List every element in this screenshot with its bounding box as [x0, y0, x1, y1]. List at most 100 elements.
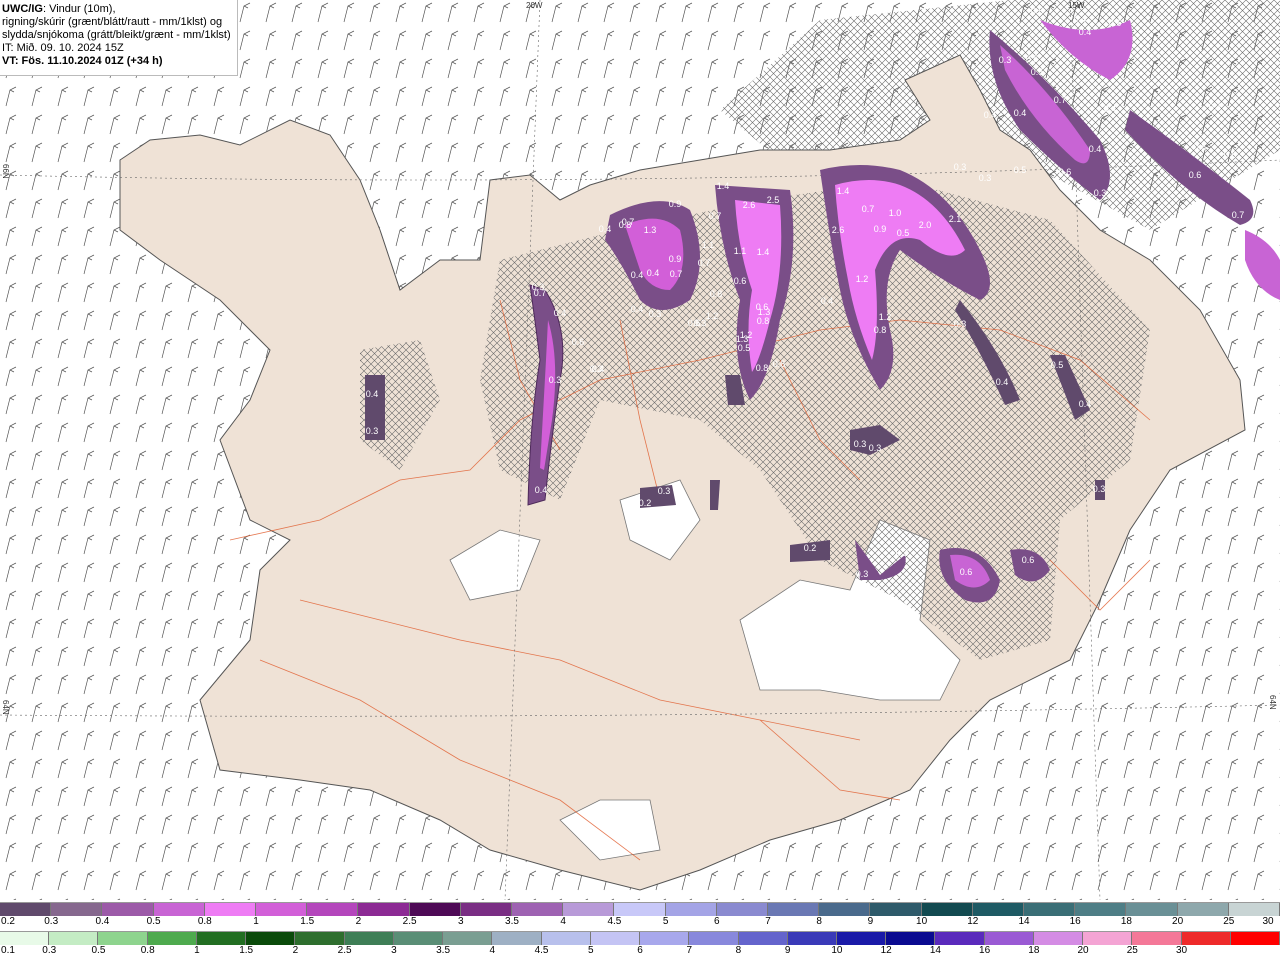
- precip-value-label: 0.3: [649, 309, 662, 319]
- legend-swatch: [1228, 903, 1280, 916]
- legend-swatch: [870, 903, 922, 916]
- legend-tick-label: 8: [735, 945, 742, 956]
- legend-tick-label: 2.5: [402, 916, 417, 927]
- legend-tick-label: 5: [587, 945, 594, 956]
- legend-tick-label: 3.5: [505, 916, 519, 927]
- precip-value-label: 0.3: [954, 319, 967, 329]
- map-canvas: 0.50.4 0.60.40.3 0.50.50.4 0.40.70.40.40.40…: [0, 0, 1280, 900]
- legend-swatch: [1177, 903, 1229, 916]
- legend-tick-label: 0.2: [1, 916, 15, 927]
- precip-value-label: 0.5: [1194, 142, 1207, 152]
- legend-tick-label: 7: [686, 945, 692, 956]
- legend-swatch: [1181, 932, 1231, 945]
- grid-label-64n-left: 64N: [1, 700, 10, 715]
- legend-tick-label: 0.5: [91, 945, 106, 956]
- legend-swatch: [51, 903, 103, 916]
- legend-swatch: [49, 932, 99, 945]
- legend-tick-label: 14: [1018, 916, 1030, 927]
- legend-swatch: [460, 903, 513, 916]
- legend-swatch: [358, 903, 410, 916]
- legend-swatch: [563, 903, 615, 916]
- legend-swatch: [614, 903, 666, 916]
- precip-value-label: 0.4: [631, 304, 644, 314]
- precip-value-label: 0.7: [1054, 95, 1067, 105]
- precip-value-label: 0.4: [647, 268, 660, 278]
- precip-value-label: 0.7: [670, 269, 683, 279]
- precip-value-label: 0.9: [669, 254, 682, 264]
- legend-swatch: [102, 903, 154, 916]
- map-info-box: UWC/IG: Vindur (10m), rigning/skúrir (gr…: [0, 0, 238, 76]
- weather-map: 0.5 0.4 0.6 0.4 0.3 0.5 0.5 0.4 0.4 0.7 0.4 0.4 0.4 0…: [0, 0, 1280, 900]
- legend-swatch: [984, 932, 1034, 945]
- precip-value-label: 0.3: [856, 569, 869, 579]
- precip-value-label: 1.1: [734, 246, 747, 256]
- legend-swatch: [689, 932, 739, 945]
- legend-tick-label: 10: [831, 945, 843, 956]
- legend-tick-label: 18: [1120, 916, 1132, 927]
- precip-value-label: 0.4: [592, 364, 605, 374]
- precip-value-label: 1.2: [856, 274, 869, 284]
- precip-value-label: 0.3: [954, 162, 967, 172]
- precip-value-label: 0.4: [1209, 102, 1222, 112]
- legend-swatch: [307, 903, 359, 916]
- legend-tick-label: 18: [1028, 945, 1040, 956]
- legend-tick-label: 0.8: [140, 945, 155, 956]
- precip-value-label: 0.5: [1026, 54, 1039, 64]
- legend-swatch: [196, 932, 247, 945]
- precip-value-label: 0.3: [896, 548, 909, 558]
- precip-value-label: 0.4: [1079, 27, 1092, 37]
- legend-swatch: [246, 932, 296, 945]
- legend-swatch: [1083, 932, 1133, 945]
- legend-tick-label: 9: [867, 916, 874, 927]
- legend-swatch: [836, 932, 887, 945]
- legend-tick-label: 2.5: [337, 945, 352, 956]
- precip-value-label: 0.4: [631, 270, 644, 280]
- legend-tick-label: 2: [355, 916, 362, 927]
- info-title-bold: UWC/IG: [2, 3, 43, 15]
- legend-rain: 0.1 0.3 0.5 0.8 1 1.5 2 2.5 3 3.5 4 4.5 5 6 7 8 9 10 12 14 1…: [0, 931, 1280, 961]
- precip-value-label: 0.7: [862, 204, 875, 214]
- precip-value-label: 0.7: [698, 258, 711, 268]
- legend-swatch: [819, 903, 871, 916]
- legend-swatch: [153, 903, 205, 916]
- legend-swatch: [921, 903, 973, 916]
- precip-value-label: 0.6: [1022, 555, 1035, 565]
- precip-value-label: 1.2: [706, 311, 719, 321]
- precip-value-label: 0.5: [897, 228, 910, 238]
- legend-swatch: [886, 932, 936, 945]
- precip-value-label: 0.3: [549, 375, 562, 385]
- legend-snow-colorbar: [0, 902, 1280, 916]
- legend-tick-label: 0.5: [146, 916, 161, 927]
- precip-value-label: 0.3: [869, 443, 882, 453]
- legend-swatch: [1230, 932, 1280, 945]
- legend-swatch: [1126, 903, 1178, 916]
- precip-value-label: 0.6: [572, 337, 585, 347]
- precip-value-label: 2.1: [949, 214, 962, 224]
- precip-value-label: 0.9: [874, 224, 887, 234]
- precip-value-label: 0.8: [619, 220, 632, 230]
- legend-tick-label: 0.3: [44, 916, 59, 927]
- precip-value-label: 0.7: [709, 211, 722, 221]
- legend-swatch: [443, 932, 493, 945]
- legend-tick-label: 12: [967, 916, 979, 927]
- precip-value-label: 2.5: [767, 195, 780, 205]
- legend-tick-label: 0.1: [1, 945, 15, 956]
- precip-value-label: 0.4: [1074, 14, 1087, 24]
- legend-tick-label: 8: [816, 916, 822, 927]
- legend-tick-label: 25: [1223, 916, 1235, 927]
- info-line-3: slydda/snjókoma (grátt/bleikt/grænt - mm…: [2, 29, 231, 41]
- precip-value-label: 0.2: [804, 543, 817, 553]
- legend-tick-label: 1: [194, 945, 200, 956]
- info-title-rest: : Vindur (10m),: [42, 3, 116, 15]
- legend-swatch: [393, 932, 444, 945]
- legend-tick-label: 6: [637, 945, 643, 956]
- legend-swatch: [665, 903, 717, 916]
- precip-value-label: 0.5: [1031, 67, 1044, 77]
- precip-value-label: 1.2: [879, 312, 892, 322]
- precip-value-label: 0.3: [366, 426, 379, 436]
- precip-value-label: 0.4: [1104, 104, 1117, 114]
- precip-value-label: 0.9: [669, 199, 682, 209]
- legend-tick-label: 20: [1077, 945, 1089, 956]
- precip-value-label: 2.6: [743, 200, 756, 210]
- precip-value-label: 0.5: [738, 343, 751, 353]
